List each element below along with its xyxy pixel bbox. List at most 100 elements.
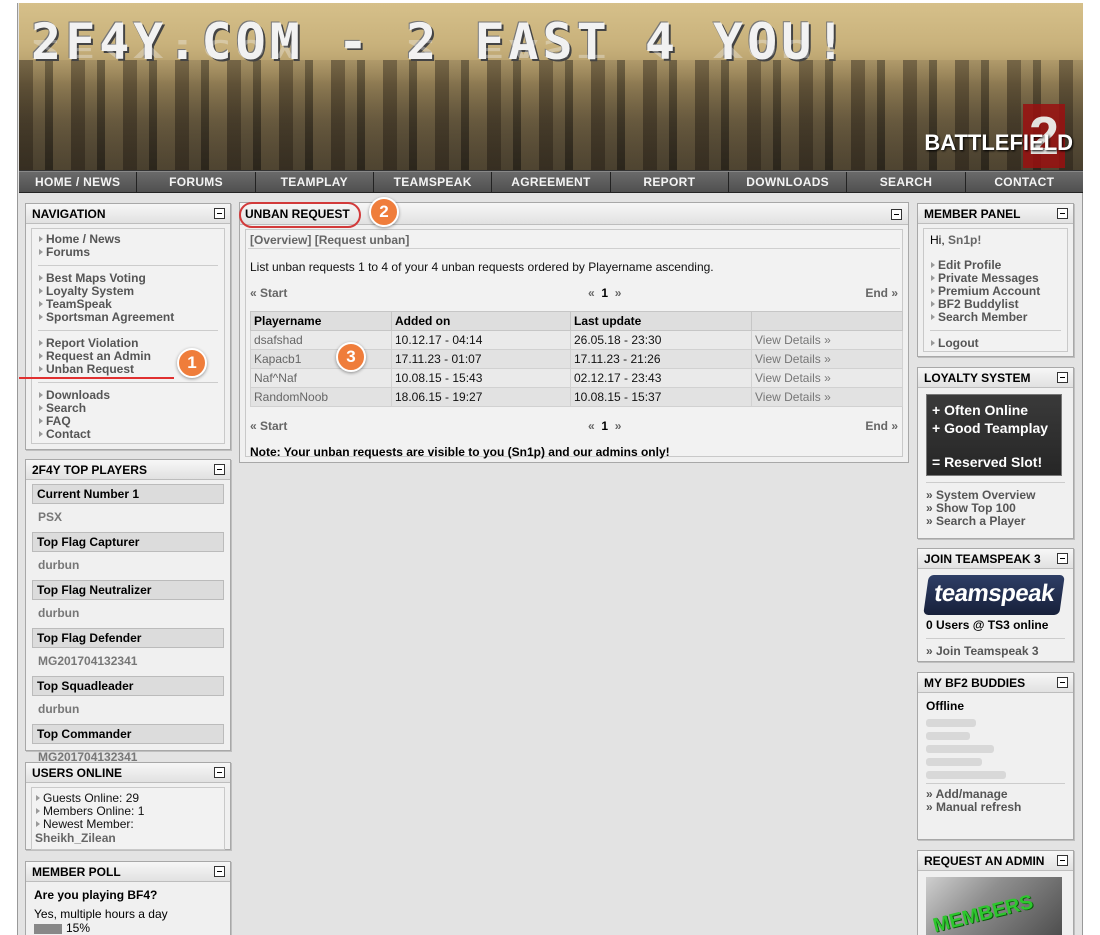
loyalty-body: + Often Online + Good Teamplay = Reserve… [926,394,1065,528]
row-playername[interactable]: RandomNoob [250,387,392,407]
pager-end-link[interactable]: End » [865,286,898,300]
view-details-link[interactable]: View Details » [751,330,903,350]
row-last-update: 26.05.18 - 23:30 [570,330,752,350]
pager-current-page: 1 [601,419,609,433]
pager-end-link[interactable]: End » [865,419,898,433]
top-category-player[interactable]: MG201704132341 [32,648,224,673]
join-teamspeak-link[interactable]: » Join Teamspeak 3 [926,645,1065,658]
minimize-icon[interactable] [214,866,225,877]
battlefield-logo: BATTLEFIELD [924,130,1073,155]
top-category-player[interactable]: PSX [32,504,224,529]
loyalty-header: LOYALTY SYSTEM [918,368,1073,388]
search-member-link[interactable]: Search Member [930,311,1061,324]
loyalty-banner-image[interactable]: + Often Online + Good Teamplay = Reserve… [926,394,1062,476]
teamspeak-title: JOIN TEAMSPEAK 3 [924,552,1041,566]
site-banner[interactable]: 2F4Y.COM - 2 FAST 4 YOU! 2F4Y.COM - 2 FA… [19,3,1083,171]
navigation-panel-title: NAVIGATION [32,207,106,221]
buddies-title: MY BF2 BUDDIES [924,676,1026,690]
member-poll-panel: MEMBER POLL Are you playing BF4? Yes, mu… [25,861,231,935]
row-added-on: 10.12.17 - 04:14 [391,330,571,350]
minimize-icon[interactable] [214,767,225,778]
nav-link-forums[interactable]: Forums [38,246,218,259]
buddies-header: MY BF2 BUDDIES [918,673,1073,693]
column-header-last-update[interactable]: Last update [570,311,752,331]
view-details-link[interactable]: View Details » [751,387,903,407]
nav-group-main: Home / News Forums [38,233,218,259]
tab-overview[interactable]: [Overview] [250,233,311,247]
top-category-player[interactable]: durbun [32,600,224,625]
table-row: RandomNoob 18.06.15 - 19:27 10.08.15 - 1… [250,387,903,407]
loyalty-gap [932,437,1056,453]
minimize-icon[interactable] [891,209,902,220]
pager-prev[interactable]: « [588,419,595,433]
topnav-downloads[interactable]: DOWNLOADS [728,172,848,192]
top-category-label: Top Commander [32,724,224,744]
teamspeak-logo[interactable]: teamspeak [923,575,1065,615]
unban-request-panel: UNBAN REQUEST [Overview] [Request unban]… [239,202,909,463]
topnav-forums[interactable]: FORUMS [137,172,256,192]
pager-pages: « 1 » [588,419,621,433]
poll-option: Yes, multiple hours a day [34,907,168,921]
poll-result-bar [34,923,62,934]
search-player-link[interactable]: » Search a Player [926,515,1065,528]
minimize-icon[interactable] [214,208,225,219]
row-playername[interactable]: Kapacb1 [250,349,392,369]
buddy-entry [926,771,1006,779]
teamspeak-links: » Join Teamspeak 3 [926,645,1065,658]
unban-tabs: [Overview] [Request unban] [250,233,409,247]
topnav-teamplay[interactable]: TEAMPLAY [255,172,374,192]
column-header-added-on[interactable]: Added on [391,311,571,331]
poll-question: Are you playing BF4? [34,888,158,902]
topnav-teamspeak[interactable]: TEAMSPEAK [373,172,493,192]
greeting-text: Hi, [930,233,945,247]
request-admin-image[interactable]: MEMBERS [926,877,1062,935]
column-header-playername[interactable]: Playername [250,311,392,331]
topnav-search[interactable]: SEARCH [847,172,966,192]
topnav-agreement[interactable]: AGREEMENT [492,172,611,192]
buddy-entry [926,758,982,766]
manual-refresh-link[interactable]: » Manual refresh [926,801,1065,814]
minimize-icon[interactable] [214,464,225,475]
topnav-report[interactable]: REPORT [610,172,729,192]
step-badge-2: 2 [369,197,399,227]
top-category-label: Top Flag Neutralizer [32,580,224,600]
top-category-player[interactable]: durbun [32,696,224,721]
loyalty-links: » System Overview » Show Top 100 » Searc… [926,489,1065,528]
nav-link-agreement[interactable]: Sportsman Agreement [38,311,218,324]
logout-link[interactable]: Logout [930,337,1061,350]
minimize-icon[interactable] [1057,208,1068,219]
top-category-player[interactable]: durbun [32,552,224,577]
tab-request-unban[interactable]: [Request unban] [315,233,410,247]
member-greeting: Hi, Sn1p! [930,233,1061,247]
pager-next[interactable]: » [615,419,622,433]
minimize-icon[interactable] [1057,677,1068,688]
view-details-link[interactable]: View Details » [751,368,903,388]
pager-start-link[interactable]: « Start [250,286,287,300]
row-last-update: 02.12.17 - 23:43 [570,368,752,388]
teamspeak-panel: JOIN TEAMSPEAK 3 teamspeak 0 Users @ TS3… [917,548,1074,662]
view-details-link[interactable]: View Details » [751,349,903,369]
pager-next[interactable]: » [615,286,622,300]
nav-link-contact[interactable]: Contact [38,428,218,441]
minimize-icon[interactable] [1057,553,1068,564]
member-username[interactable]: Sn1p! [948,233,981,247]
buddies-links: » Add/manage » Manual refresh [926,788,1065,814]
nav-divider [38,382,218,383]
topnav-contact[interactable]: CONTACT [965,172,1083,192]
row-last-update: 17.11.23 - 21:26 [570,349,752,369]
pager-prev[interactable]: « [588,286,595,300]
member-panel: MEMBER PANEL Hi, Sn1p! Edit Profile Priv… [917,203,1074,357]
row-playername[interactable]: Naf^Naf [250,368,392,388]
request-admin-body: MEMBERS [926,877,1065,935]
row-playername[interactable]: dsafshad [250,330,392,350]
minimize-icon[interactable] [1057,372,1068,383]
navigation-panel: NAVIGATION Home / News Forums Best Maps … [25,203,231,450]
topnav-home[interactable]: HOME / NEWS [19,172,138,192]
newest-member-link[interactable]: Sheikh_Zilean [35,831,221,845]
buddy-entry [926,732,970,740]
visibility-note: Note: Your unban requests are visible to… [250,445,670,459]
request-admin-panel: REQUEST AN ADMIN MEMBERS [917,850,1074,935]
minimize-icon[interactable] [1057,855,1068,866]
users-online-panel: USERS ONLINE Guests Online: 29 Members O… [25,762,231,850]
pager-start-link[interactable]: « Start [250,419,287,433]
